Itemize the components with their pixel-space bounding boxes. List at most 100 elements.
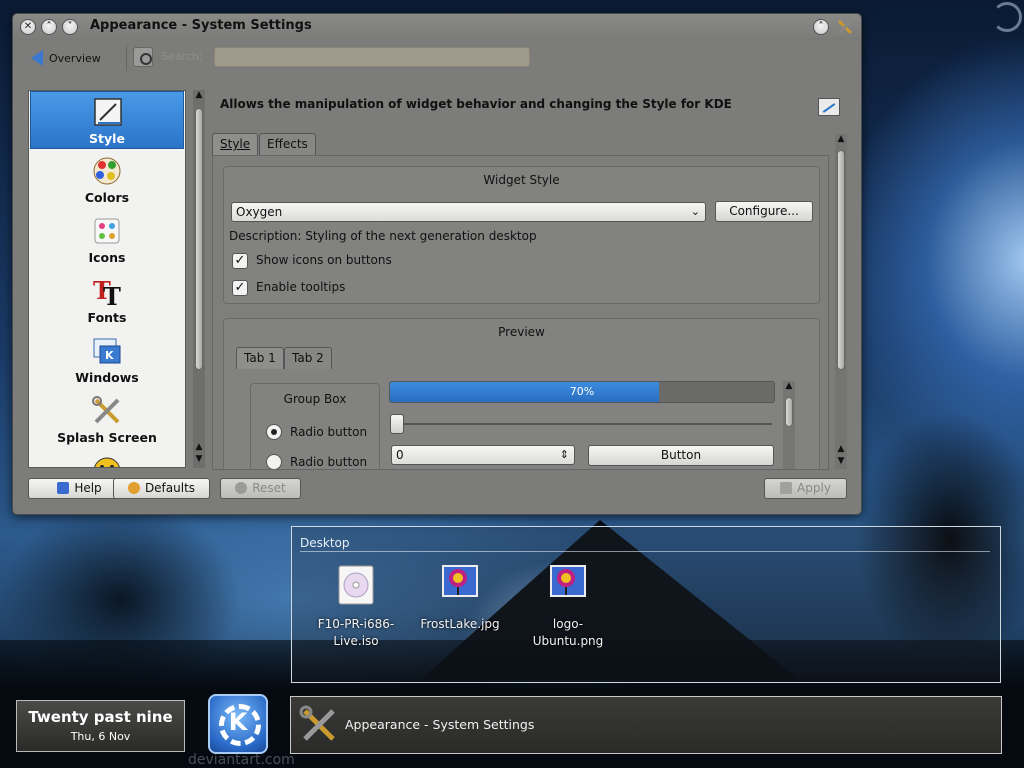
svg-text:T: T [103, 282, 121, 307]
digital-clock[interactable]: Twenty past nine Thu, 6 Nov [16, 700, 185, 752]
desktop-file[interactable]: F10-PR-i686-Live.iso [306, 565, 406, 650]
category-windows[interactable]: K Windows [30, 331, 184, 389]
tab-effects[interactable]: Effects [259, 133, 316, 155]
maximize-icon[interactable]: ˅ [62, 19, 78, 35]
configure-button[interactable]: Configure... [715, 201, 813, 222]
preview-scrollbar[interactable]: ▲ [783, 381, 795, 469]
file-name: logo-Ubuntu.png [532, 617, 604, 648]
widget-style-group: Widget Style Oxygen ⌄ Configure... Descr… [223, 166, 820, 304]
scrollbar-thumb[interactable] [195, 108, 203, 370]
defaults-icon [127, 482, 140, 494]
wallpaper-watermark: deviantart.com [188, 752, 295, 768]
colors-icon [93, 157, 121, 185]
search-input[interactable] [214, 47, 530, 67]
windows-icon: K [93, 338, 121, 364]
overview-label: Overview [49, 51, 101, 65]
tools-icon[interactable] [836, 18, 854, 36]
sidebar-scrollbar[interactable]: ▲ ▲ ▼ [193, 90, 205, 468]
category-icons[interactable]: Icons [30, 211, 184, 269]
scroll-up-icon[interactable]: ▲ [835, 134, 847, 144]
desktop-file[interactable]: logo-Ubuntu.png [518, 565, 618, 650]
show-icons-label: Show icons on buttons [256, 253, 392, 267]
category-list[interactable]: Style Colors Icons T T Fonts K Windows S… [28, 90, 186, 468]
tab-style-label: Style [220, 137, 251, 151]
preview-tab-1[interactable]: Tab 1 [236, 347, 284, 369]
category-style[interactable]: Style [30, 91, 184, 149]
desktop-title: Desktop [300, 536, 350, 550]
window-title: Appearance - System Settings [90, 18, 312, 33]
category-splash-screen[interactable]: Splash Screen [30, 391, 184, 449]
radio-button-2[interactable] [266, 454, 282, 469]
scrollbar-thumb[interactable] [837, 150, 845, 370]
tab-effects-label: Effects [267, 137, 308, 151]
scroll-up-icon[interactable]: ▲ [193, 90, 205, 100]
back-arrow-icon [31, 50, 43, 66]
slider-track[interactable] [396, 423, 772, 425]
module-description: Allows the manipulation of widget behavi… [220, 97, 732, 111]
module-style-icon [818, 98, 840, 116]
scroll-down-icon[interactable]: ▼ [835, 456, 847, 466]
spin-arrows-icon[interactable]: ⇕ [560, 446, 569, 464]
task-button[interactable]: Appearance - System Settings [291, 697, 1001, 753]
defaults-button[interactable]: Defaults [113, 478, 210, 499]
radio-button-2-label: Radio button [290, 455, 368, 469]
help-label: Help [74, 481, 102, 495]
minimize-icon[interactable]: ˄ [41, 19, 57, 35]
preview-tab-2[interactable]: Tab 2 [284, 347, 332, 369]
icons-icon [94, 218, 120, 244]
image-file-icon [550, 565, 586, 597]
content-scrollbar[interactable]: ▲ ▲ ▼ [835, 134, 847, 469]
tools-icon [299, 705, 335, 741]
file-name: FrostLake.jpg [420, 617, 500, 631]
fonts-icon: T T [93, 276, 121, 307]
close-icon[interactable]: ✕ [20, 19, 36, 35]
widget-style-combo[interactable]: Oxygen ⌄ [231, 202, 706, 222]
reset-button[interactable]: Reset [220, 478, 301, 499]
desktop-file[interactable]: FrostLake.jpg [410, 565, 510, 633]
shade-icon[interactable]: ˄ [813, 19, 829, 35]
toolbar: Overview Search: [13, 41, 861, 75]
group-box: Group Box Radio button Radio button [250, 383, 380, 469]
scrollbar-thumb[interactable] [785, 397, 793, 427]
progress-label: 70% [569, 385, 595, 398]
wallpaper-moon [992, 2, 1022, 32]
tab-style[interactable]: Style [212, 133, 259, 155]
clock-time: Twenty past nine [28, 708, 173, 726]
desktop-folder-view[interactable]: Desktop F10-PR-i686-Live.iso FrostLake.j… [291, 526, 1001, 683]
widget-style-title: Widget Style [483, 173, 560, 187]
apply-button[interactable]: Apply [764, 478, 847, 499]
style-tab-panel: Widget Style Oxygen ⌄ Configure... Descr… [212, 155, 829, 470]
search-icon[interactable] [133, 47, 153, 67]
category-colors[interactable]: Colors [30, 151, 184, 209]
help-icon [57, 482, 70, 494]
scroll-up-icon[interactable]: ▲ [835, 444, 847, 454]
category-fonts[interactable]: T T Fonts [30, 271, 184, 329]
spin-box[interactable]: 0 ⇕ [391, 445, 575, 465]
toolbar-separator [126, 45, 127, 71]
category-emoticons[interactable] [30, 451, 184, 467]
category-label: Splash Screen [57, 430, 157, 445]
clock-date: Thu, 6 Nov [70, 730, 131, 743]
taskbar: Appearance - System Settings [290, 696, 1002, 754]
radio-button-1[interactable] [266, 424, 282, 440]
enable-tooltips-checkbox[interactable]: ✓ [232, 280, 248, 296]
progress-bar: 70% [389, 381, 775, 403]
group-box-title: Group Box [283, 392, 347, 406]
apply-check-icon [780, 482, 793, 494]
preview-title: Preview [498, 325, 545, 339]
task-label: Appearance - System Settings [345, 717, 535, 732]
chevron-down-icon: ⌄ [690, 205, 700, 218]
kde-menu-button[interactable]: K [208, 694, 268, 754]
scroll-down-icon[interactable]: ▼ [193, 454, 205, 464]
slider-handle[interactable] [390, 414, 404, 434]
scroll-up-icon[interactable]: ▲ [783, 381, 795, 391]
category-label: Fonts [87, 310, 127, 325]
reset-label: Reset [252, 481, 286, 495]
scroll-up-icon[interactable]: ▲ [193, 442, 205, 452]
preview-button[interactable]: Button [588, 445, 774, 466]
enable-tooltips-label: Enable tooltips [256, 280, 346, 294]
show-icons-checkbox[interactable]: ✓ [232, 253, 248, 269]
overview-button[interactable]: Overview [31, 47, 101, 69]
widget-style-value: Oxygen [236, 205, 283, 219]
title-bar[interactable]: ✕ ˄ ˅ Appearance - System Settings ˄ [13, 14, 861, 40]
